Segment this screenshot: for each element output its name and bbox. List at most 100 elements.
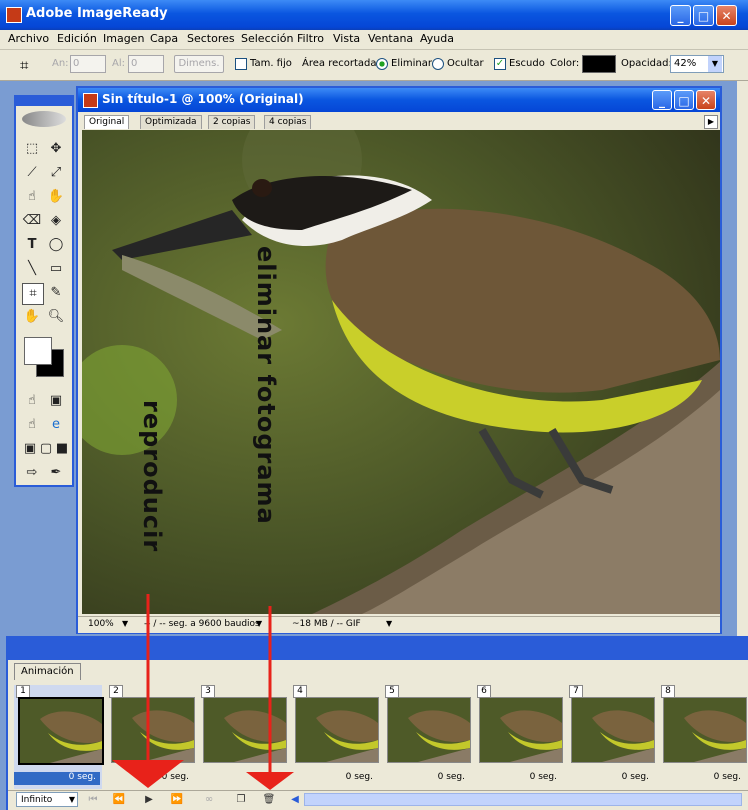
ellipse-tool-icon[interactable]: ◯: [46, 235, 66, 255]
trash-icon[interactable]: 🗑︎: [258, 792, 280, 807]
menu-edicion[interactable]: Edición: [57, 32, 97, 45]
options-bar: ⌗ An: 0 Al: 0 Dimens. Tam. fijo Área rec…: [0, 50, 748, 81]
animation-frame[interactable]: 6 0 seg.: [475, 685, 563, 789]
document-titlebar: Sin título-1 @ 100% (Original) _ □ ✕: [78, 88, 720, 112]
first-frame-icon[interactable]: ⏮: [82, 792, 104, 807]
frame-delay[interactable]: 0 seg.: [291, 772, 377, 785]
tab-4-copies[interactable]: 4 copias: [264, 115, 312, 129]
previous-frame-icon[interactable]: ⏪: [108, 792, 130, 807]
menu-capa[interactable]: Capa: [150, 32, 178, 45]
frame-thumbnail: [387, 697, 471, 763]
menu-ayuda[interactable]: Ayuda: [420, 32, 454, 45]
menu-ventana[interactable]: Ventana: [368, 32, 413, 45]
zoom-level[interactable]: 100%: [88, 619, 114, 629]
scroll-left-icon[interactable]: ◀: [284, 792, 306, 807]
frame-delay[interactable]: 0 seg.: [107, 772, 193, 785]
slice-select-tool-icon[interactable]: ⤢: [46, 163, 66, 183]
menu-imagen[interactable]: Imagen: [103, 32, 144, 45]
dimensions-button[interactable]: Dimens.: [174, 55, 224, 73]
hand-tool-icon[interactable]: ✋: [22, 307, 42, 327]
fixed-size-checkbox[interactable]: [235, 58, 247, 70]
doc-close-button[interactable]: ✕: [696, 90, 716, 110]
tab-original[interactable]: Original: [84, 115, 130, 129]
doc-minimize-button[interactable]: _: [652, 90, 672, 110]
foreground-color-swatch[interactable]: [24, 337, 52, 365]
hotspot-tool-icon[interactable]: ☝: [22, 187, 42, 207]
frame-delay[interactable]: 0 seg.: [567, 772, 653, 785]
tween-icon[interactable]: ∞: [198, 792, 220, 807]
duplicate-frame-icon[interactable]: ❐: [230, 792, 252, 807]
crop-tool-icon[interactable]: ⌗: [22, 283, 44, 305]
toolbox: ⬚ ✥ ⟋ ⤢ ☝ ✋ ⌫ ◈ T ◯ ╲ ▭ ⌗ ✎ ✋ 🔍︎ ☝ ▣ ☝ e…: [14, 95, 74, 487]
horizontal-scrollbar[interactable]: [304, 793, 742, 806]
hide-radio[interactable]: [432, 58, 444, 70]
frame-thumbnail: [295, 697, 379, 763]
menu-seleccion[interactable]: Selección: [241, 32, 293, 45]
delete-radio[interactable]: [376, 58, 388, 70]
animation-frame[interactable]: 7 0 seg.: [567, 685, 655, 789]
frame-delay[interactable]: 0 seg.: [659, 772, 745, 785]
height-field[interactable]: 0: [128, 55, 164, 73]
animation-frame[interactable]: 8 0 seg.: [659, 685, 747, 789]
tab-optimized[interactable]: Optimizada: [140, 115, 202, 129]
jump-to-photoshop-icon[interactable]: ⇨: [22, 463, 42, 483]
eyedropper-tool-icon[interactable]: ✎: [46, 283, 66, 303]
size-dropdown-icon[interactable]: ▼: [386, 619, 392, 628]
color-swatch[interactable]: [582, 55, 616, 73]
tab-animation[interactable]: Animación: [14, 663, 81, 680]
screen-mode-full-icon[interactable]: ■: [52, 439, 72, 459]
zoom-tool-icon[interactable]: 🔍︎: [46, 307, 66, 327]
menu-archivo[interactable]: Archivo: [8, 32, 49, 45]
menu-sectores[interactable]: Sectores: [187, 32, 235, 45]
zoom-dropdown-icon[interactable]: ▼: [122, 619, 128, 628]
minimize-button[interactable]: _: [670, 5, 691, 26]
preview-browser-icon[interactable]: e: [46, 415, 66, 435]
download-time[interactable]: -- / -- seg. a 9600 baudios: [144, 619, 260, 629]
next-frame-icon[interactable]: ⏩: [166, 792, 188, 807]
type-tool-icon[interactable]: T: [22, 235, 42, 255]
paint-bucket-tool-icon[interactable]: ◈: [46, 211, 66, 231]
move-tool-icon[interactable]: ✥: [46, 139, 66, 159]
animation-palette-header: [8, 640, 748, 660]
shield-checkbox[interactable]: ✓: [494, 58, 506, 70]
maximize-button[interactable]: □: [693, 5, 714, 26]
line-tool-icon[interactable]: ╲: [22, 259, 42, 279]
animation-frame[interactable]: 5 0 seg.: [383, 685, 471, 789]
annotation-play: reproducir: [138, 400, 166, 553]
menu-filtro[interactable]: Filtro: [297, 32, 324, 45]
menu-vista[interactable]: Vista: [333, 32, 360, 45]
frame-delay[interactable]: 0 seg.: [383, 772, 469, 785]
opacity-select[interactable]: 42% ▼: [670, 55, 724, 73]
speed-dropdown-icon[interactable]: ▼: [256, 619, 262, 628]
animation-frame[interactable]: 2 0 seg.: [107, 685, 195, 789]
eraser-tool-icon[interactable]: ⌫: [22, 211, 42, 231]
menu-bar: Archivo Edición Imagen Capa Sectores Sel…: [0, 30, 748, 50]
doc-maximize-button[interactable]: □: [674, 90, 694, 110]
frame-delay[interactable]: 0 seg.: [14, 772, 100, 785]
tab-2-copies[interactable]: 2 copias: [208, 115, 256, 129]
opacity-value: 42%: [674, 58, 697, 69]
slice-tool-icon[interactable]: ⟋: [22, 163, 42, 183]
toggle-image-map-icon[interactable]: ▣: [46, 391, 66, 411]
close-button[interactable]: ✕: [716, 5, 737, 26]
file-size[interactable]: ~18 MB / -- GIF: [292, 619, 361, 629]
frame-delay[interactable]: 0 seg.: [199, 772, 285, 785]
preview-document-icon[interactable]: ☝: [22, 415, 42, 435]
hide-radio-label: Ocultar: [447, 58, 484, 69]
animation-frame[interactable]: 3 0 seg.: [199, 685, 287, 789]
toggle-slice-visibility-icon[interactable]: ☝: [22, 391, 42, 411]
width-field[interactable]: 0: [70, 55, 106, 73]
animation-frame[interactable]: 1 0 seg.: [14, 685, 104, 789]
marquee-tool-icon[interactable]: ⬚: [22, 139, 42, 159]
animation-frame[interactable]: 4 0 seg.: [291, 685, 379, 789]
photoshop-feather-icon[interactable]: ✒: [46, 463, 66, 483]
loop-select[interactable]: Infinito ▼: [16, 792, 78, 807]
bird-photo: [82, 130, 720, 614]
animation-controls: Infinito ▼ ⏮ ⏪ ▶ ⏩ ∞ ❐ 🗑︎ ◀: [8, 790, 748, 809]
chevron-right-icon[interactable]: ▶: [704, 115, 718, 129]
bird-photo-svg: [82, 130, 720, 614]
rounded-rect-tool-icon[interactable]: ▭: [46, 259, 66, 279]
play-icon[interactable]: ▶: [138, 792, 160, 807]
frame-delay[interactable]: 0 seg.: [475, 772, 561, 785]
hand-select-tool-icon[interactable]: ✋: [46, 187, 66, 207]
